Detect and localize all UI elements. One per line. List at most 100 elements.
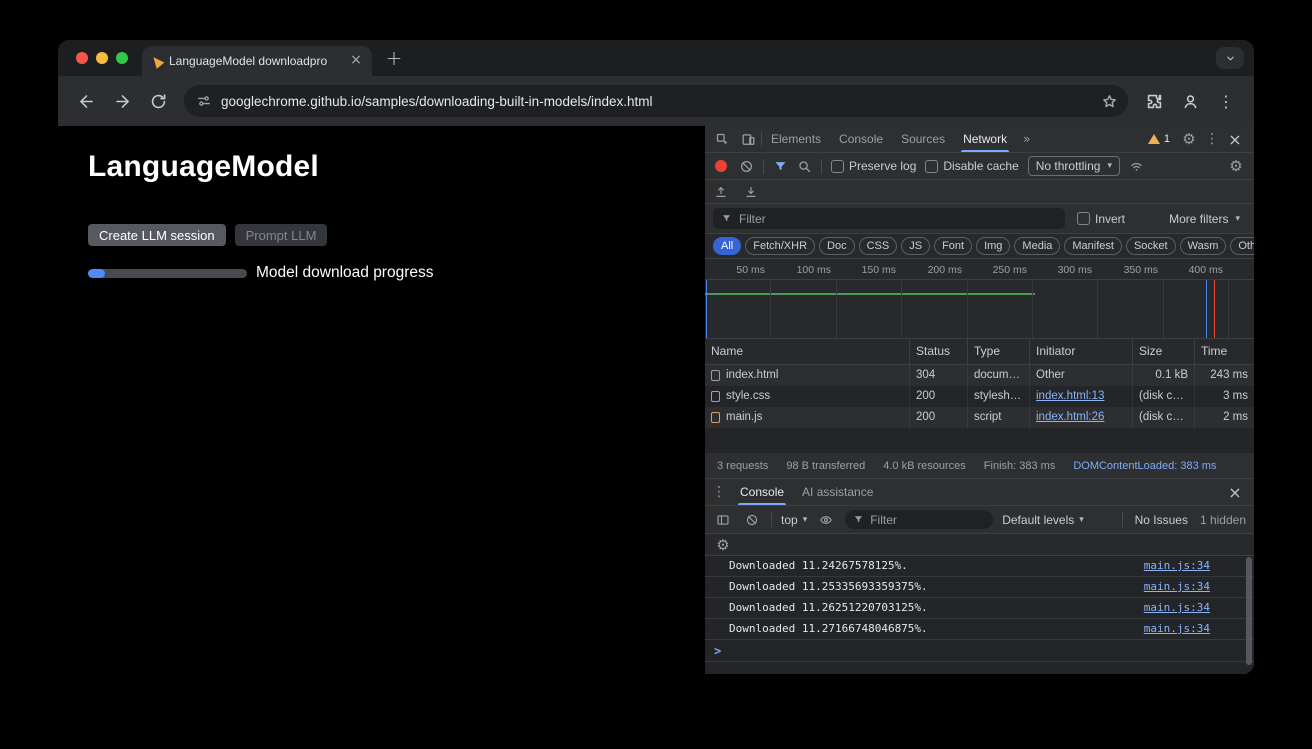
console-context-selector[interactable]: top ▾ xyxy=(781,513,807,527)
drawer-tab-ai-assistance[interactable]: AI assistance xyxy=(793,479,882,505)
throttling-select[interactable]: No throttling ▾ xyxy=(1028,156,1120,176)
console-settings-icon[interactable]: ⚙ xyxy=(713,535,733,555)
column-header-name[interactable]: Name xyxy=(705,339,910,364)
inspect-element-icon[interactable] xyxy=(709,126,735,152)
column-header-time[interactable]: Time xyxy=(1195,339,1254,364)
network-overview-timeline[interactable]: 50 ms100 ms150 ms200 ms250 ms300 ms350 m… xyxy=(705,259,1254,339)
filter-chip-other[interactable]: Other xyxy=(1230,237,1254,255)
column-header-status[interactable]: Status xyxy=(910,339,968,364)
tab-search-button[interactable] xyxy=(1216,47,1244,69)
back-button[interactable] xyxy=(71,86,101,116)
more-filters-dropdown[interactable]: More filters ▾ xyxy=(1169,212,1246,226)
profile-avatar-icon[interactable] xyxy=(1175,86,1205,116)
console-sidebar-icon[interactable] xyxy=(713,510,733,530)
issues-counter[interactable]: No Issues xyxy=(1135,513,1188,527)
window-zoom-button[interactable] xyxy=(116,52,128,64)
request-size-cell: 0.1 kB xyxy=(1133,365,1195,386)
bookmark-star-icon[interactable] xyxy=(1096,88,1122,114)
export-har-icon[interactable] xyxy=(744,185,758,199)
drawer-menu-icon[interactable]: ⋮ xyxy=(707,480,731,504)
window-close-button[interactable] xyxy=(76,52,88,64)
drawer-close-icon[interactable]: × xyxy=(1224,483,1246,502)
filter-chip-doc[interactable]: Doc xyxy=(819,237,855,255)
device-toolbar-icon[interactable] xyxy=(735,126,761,152)
forward-button[interactable] xyxy=(107,86,137,116)
network-search-icon[interactable] xyxy=(797,159,812,174)
new-tab-button[interactable]: + xyxy=(380,44,408,72)
table-header: NameStatusTypeInitiatorSizeTime xyxy=(705,339,1254,365)
console-message-source-link[interactable]: main.js:34 xyxy=(1144,598,1210,618)
progress-row: Model download progress xyxy=(88,264,705,282)
devtools-menu-icon[interactable]: ⋮ xyxy=(1203,127,1221,151)
log-levels-dropdown[interactable]: Default levels ▾ xyxy=(1002,513,1084,527)
preserve-log-checkbox[interactable]: Preserve log xyxy=(831,159,916,173)
drawer-tab-console[interactable]: Console xyxy=(731,479,793,505)
invert-checkbox[interactable]: Invert xyxy=(1077,212,1125,226)
filter-chip-all[interactable]: All xyxy=(713,237,741,255)
network-request-row[interactable]: main.js200scriptindex.html:26(disk c…2 m… xyxy=(705,407,1254,428)
devtools-tab-elements[interactable]: Elements xyxy=(762,126,830,152)
filter-text-field[interactable] xyxy=(739,212,1057,226)
filter-chip-img[interactable]: Img xyxy=(976,237,1010,255)
console-filter-input[interactable] xyxy=(845,510,993,529)
reload-button[interactable] xyxy=(143,86,173,116)
network-request-row[interactable]: index.html304docum…Other0.1 kB243 ms xyxy=(705,365,1254,386)
load-marker xyxy=(1214,280,1215,338)
warnings-badge[interactable]: 1 xyxy=(1143,133,1175,145)
console-scrollbar[interactable] xyxy=(1246,557,1252,665)
address-bar[interactable]: googlechrome.github.io/samples/downloadi… xyxy=(184,85,1128,117)
clear-network-log-icon[interactable] xyxy=(739,159,754,174)
console-message-source-link[interactable]: main.js:34 xyxy=(1144,619,1210,639)
initiator-link[interactable]: index.html:13 xyxy=(1036,390,1104,402)
timeline-gridline xyxy=(901,280,902,338)
request-initiator-cell: Other xyxy=(1030,365,1133,386)
network-request-row[interactable]: style.css200stylesh…index.html:13(disk c… xyxy=(705,386,1254,407)
devtools-tab-console[interactable]: Console xyxy=(830,126,892,152)
import-har-icon[interactable] xyxy=(714,185,728,199)
site-settings-icon[interactable] xyxy=(196,93,212,109)
tab-strip: LanguageModel downloadpro × + xyxy=(58,40,1254,76)
create-live-expression-icon[interactable] xyxy=(816,510,836,530)
address-url[interactable]: googlechrome.github.io/samples/downloadi… xyxy=(221,94,1087,109)
tab-close-icon[interactable]: × xyxy=(348,53,364,69)
column-header-initiator[interactable]: Initiator xyxy=(1030,339,1133,364)
extensions-icon[interactable] xyxy=(1139,86,1169,116)
initiator-link[interactable]: index.html:26 xyxy=(1036,411,1104,423)
filter-chip-css[interactable]: CSS xyxy=(859,237,898,255)
request-size-cell: (disk c… xyxy=(1133,386,1195,407)
console-toolbar: top ▾ Default levels ▾ No Issues xyxy=(705,506,1254,534)
filter-chip-fetch-xhr[interactable]: Fetch/XHR xyxy=(745,237,815,255)
devtools-tab-sources[interactable]: Sources xyxy=(892,126,954,152)
network-filter-input[interactable] xyxy=(713,208,1065,229)
stylesheet-file-icon xyxy=(711,391,720,402)
column-header-size[interactable]: Size xyxy=(1133,339,1195,364)
create-llm-session-button[interactable]: Create LLM session xyxy=(88,224,226,246)
more-tabs-icon[interactable]: » xyxy=(1016,132,1037,146)
devtools-close-icon[interactable]: × xyxy=(1224,130,1246,149)
filter-chip-manifest[interactable]: Manifest xyxy=(1064,237,1122,255)
console-message-source-link[interactable]: main.js:34 xyxy=(1144,556,1210,576)
console-message-source-link[interactable]: main.js:34 xyxy=(1144,577,1210,597)
console-prompt[interactable]: > xyxy=(705,640,1254,662)
prompt-llm-button[interactable]: Prompt LLM xyxy=(235,224,328,246)
filter-chip-font[interactable]: Font xyxy=(934,237,972,255)
record-button[interactable] xyxy=(715,160,727,172)
devtools-tab-network[interactable]: Network xyxy=(954,126,1016,152)
clear-console-icon[interactable] xyxy=(742,510,762,530)
script-file-icon xyxy=(711,412,720,423)
start-marker xyxy=(706,280,707,338)
console-filter-field[interactable] xyxy=(870,513,985,527)
disable-cache-checkbox[interactable]: Disable cache xyxy=(925,159,1018,173)
window-minimize-button[interactable] xyxy=(96,52,108,64)
network-conditions-icon[interactable] xyxy=(1129,159,1144,174)
filter-chip-wasm[interactable]: Wasm xyxy=(1180,237,1227,255)
filter-chip-media[interactable]: Media xyxy=(1014,237,1060,255)
devtools-settings-icon[interactable]: ⚙ xyxy=(1178,127,1200,151)
browser-menu-icon[interactable]: ⋮ xyxy=(1211,86,1241,116)
browser-tab[interactable]: LanguageModel downloadpro × xyxy=(142,46,372,76)
filter-chip-socket[interactable]: Socket xyxy=(1126,237,1176,255)
filter-chip-js[interactable]: JS xyxy=(901,237,930,255)
column-header-type[interactable]: Type xyxy=(968,339,1030,364)
network-filter-icon[interactable] xyxy=(773,159,788,174)
network-settings-icon[interactable]: ⚙ xyxy=(1225,154,1247,178)
